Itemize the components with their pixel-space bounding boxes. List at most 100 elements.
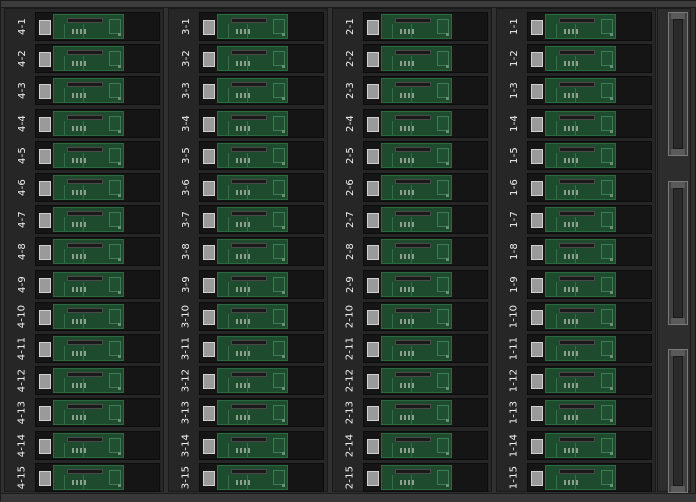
drive-tray[interactable] [35,398,160,428]
drive-latch-handle[interactable] [367,438,379,454]
drive-latch-handle[interactable] [531,52,543,68]
drive-tray[interactable] [363,140,488,170]
drive-latch-handle[interactable] [39,438,51,454]
drive-latch-handle[interactable] [39,342,51,357]
drive-tray[interactable] [363,334,488,363]
drive-tray[interactable] [35,334,160,363]
drive-tray[interactable] [35,76,160,106]
drive-tray[interactable] [363,108,488,138]
fan-module[interactable] [668,181,688,325]
drive-latch-handle[interactable] [203,84,215,100]
drive-tray[interactable] [35,108,160,138]
drive-latch-handle[interactable] [367,148,379,164]
drive-tray[interactable] [199,462,324,492]
drive-latch-handle[interactable] [531,181,543,196]
drive-latch-handle[interactable] [39,116,51,132]
drive-latch-handle[interactable] [531,277,543,293]
drive-tray[interactable] [35,12,160,41]
drive-tray[interactable] [35,269,160,299]
drive-tray[interactable] [527,430,652,460]
drive-tray[interactable] [35,44,160,74]
drive-tray[interactable] [199,44,324,74]
drive-latch-handle[interactable] [39,374,51,390]
drive-tray[interactable] [199,173,324,202]
drive-latch-handle[interactable] [367,245,379,261]
drive-latch-handle[interactable] [367,84,379,100]
drive-tray[interactable] [35,173,160,202]
drive-tray[interactable] [35,205,160,235]
drive-latch-handle[interactable] [203,470,215,486]
drive-latch-handle[interactable] [531,406,543,422]
drive-latch-handle[interactable] [203,52,215,68]
drive-latch-handle[interactable] [367,116,379,132]
drive-latch-handle[interactable] [203,309,215,325]
drive-tray[interactable] [363,366,488,396]
drive-tray[interactable] [199,430,324,460]
drive-latch-handle[interactable] [203,277,215,293]
drive-tray[interactable] [527,334,652,363]
drive-latch-handle[interactable] [367,181,379,196]
drive-latch-handle[interactable] [367,406,379,422]
drive-latch-handle[interactable] [203,148,215,164]
drive-tray[interactable] [199,398,324,428]
drive-tray[interactable] [199,12,324,41]
drive-latch-handle[interactable] [39,470,51,486]
drive-latch-handle[interactable] [531,245,543,261]
drive-tray[interactable] [199,140,324,170]
drive-latch-handle[interactable] [39,52,51,68]
drive-latch-handle[interactable] [531,148,543,164]
drive-latch-handle[interactable] [203,116,215,132]
drive-tray[interactable] [35,140,160,170]
drive-tray[interactable] [199,205,324,235]
drive-tray[interactable] [199,269,324,299]
drive-tray[interactable] [199,108,324,138]
drive-latch-handle[interactable] [203,342,215,357]
drive-tray[interactable] [199,76,324,106]
drive-tray[interactable] [35,301,160,331]
drive-tray[interactable] [527,301,652,331]
drive-tray[interactable] [527,140,652,170]
drive-tray[interactable] [363,430,488,460]
drive-tray[interactable] [527,76,652,106]
drive-latch-handle[interactable] [531,342,543,357]
drive-latch-handle[interactable] [203,20,215,35]
drive-latch-handle[interactable] [39,84,51,100]
drive-tray[interactable] [527,366,652,396]
drive-latch-handle[interactable] [203,181,215,196]
drive-tray[interactable] [363,205,488,235]
drive-latch-handle[interactable] [367,470,379,486]
drive-latch-handle[interactable] [367,52,379,68]
drive-tray[interactable] [527,108,652,138]
drive-latch-handle[interactable] [531,213,543,229]
drive-latch-handle[interactable] [367,20,379,35]
drive-latch-handle[interactable] [367,309,379,325]
drive-latch-handle[interactable] [531,438,543,454]
drive-latch-handle[interactable] [203,374,215,390]
drive-latch-handle[interactable] [367,374,379,390]
drive-tray[interactable] [363,12,488,41]
drive-tray[interactable] [527,237,652,267]
drive-latch-handle[interactable] [39,406,51,422]
drive-tray[interactable] [199,366,324,396]
drive-latch-handle[interactable] [531,309,543,325]
drive-tray[interactable] [35,430,160,460]
drive-latch-handle[interactable] [39,277,51,293]
drive-latch-handle[interactable] [39,20,51,35]
drive-tray[interactable] [363,173,488,202]
drive-tray[interactable] [363,237,488,267]
drive-latch-handle[interactable] [203,245,215,261]
drive-tray[interactable] [363,462,488,492]
drive-latch-handle[interactable] [39,309,51,325]
drive-tray[interactable] [35,366,160,396]
drive-latch-handle[interactable] [39,245,51,261]
drive-latch-handle[interactable] [39,181,51,196]
drive-latch-handle[interactable] [203,213,215,229]
drive-latch-handle[interactable] [203,438,215,454]
drive-tray[interactable] [363,398,488,428]
drive-latch-handle[interactable] [367,213,379,229]
drive-tray[interactable] [527,398,652,428]
drive-tray[interactable] [199,301,324,331]
drive-tray[interactable] [363,76,488,106]
drive-tray[interactable] [527,44,652,74]
drive-tray[interactable] [527,462,652,492]
